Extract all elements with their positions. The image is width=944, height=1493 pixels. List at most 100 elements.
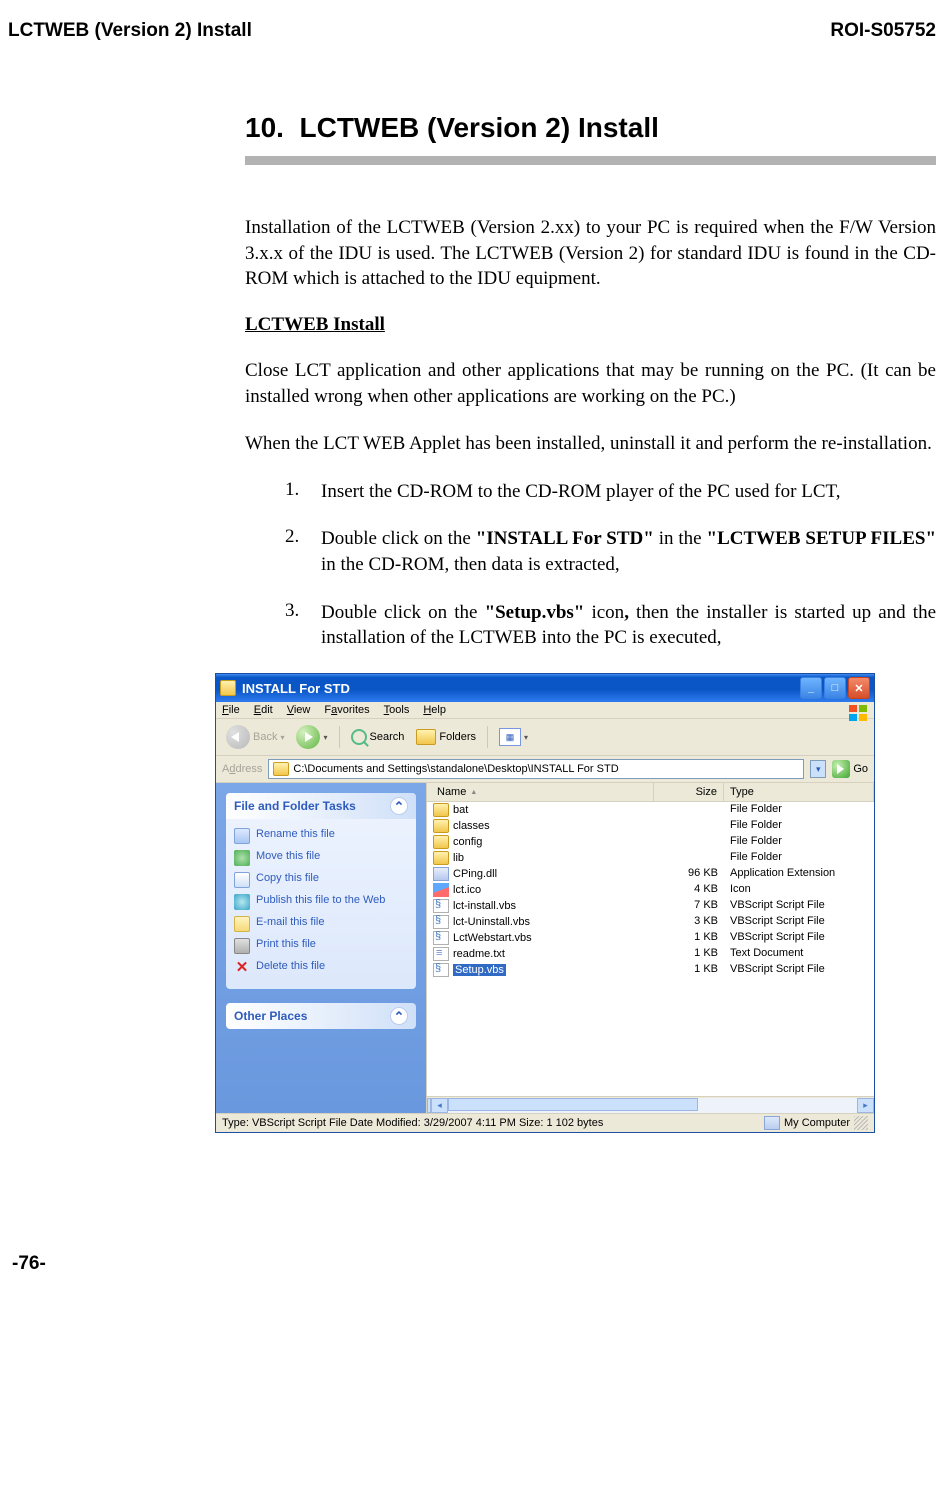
task-link[interactable]: E-mail this file <box>234 913 408 935</box>
vbs-icon <box>433 963 449 977</box>
folders-button[interactable]: Folders <box>412 727 480 747</box>
file-name: bat <box>453 804 468 816</box>
column-size[interactable]: Size <box>654 783 724 801</box>
menu-file[interactable]: File <box>222 704 240 716</box>
folder-icon <box>433 803 449 817</box>
titlebar[interactable]: INSTALL For STD _ □ ✕ <box>216 674 874 702</box>
menu-favorites[interactable]: Favorites <box>324 704 369 716</box>
vbs-icon <box>433 915 449 929</box>
task-label: Move this file <box>256 850 320 863</box>
task-icon <box>234 894 250 910</box>
text: in the <box>654 528 707 549</box>
task-link[interactable]: Rename this file <box>234 825 408 847</box>
file-size <box>654 851 724 865</box>
file-row[interactable]: lct.ico4 KBIcon <box>427 882 874 898</box>
file-type: VBScript Script File <box>724 931 874 945</box>
back-button[interactable]: Back ▾ <box>222 723 288 751</box>
task-link[interactable]: Copy this file <box>234 869 408 891</box>
folders-icon <box>416 729 436 745</box>
list-body: Double click on the "INSTALL For STD" in… <box>321 526 936 577</box>
file-name: Setup.vbs <box>453 964 506 976</box>
file-row[interactable]: libFile Folder <box>427 850 874 866</box>
file-row[interactable]: lct-Uninstall.vbs3 KBVBScript Script Fil… <box>427 914 874 930</box>
views-button[interactable]: ▦▾ <box>495 726 532 748</box>
menu-tools[interactable]: Tools <box>384 704 410 716</box>
list-item-3: 3. Double click on the "Setup.vbs" icon,… <box>285 600 936 651</box>
address-dropdown[interactable]: ▾ <box>810 760 826 778</box>
scroll-right-button[interactable]: ▸ <box>857 1098 874 1113</box>
panel-title: Other Places <box>234 1009 307 1023</box>
close-button[interactable]: ✕ <box>848 677 870 699</box>
list-number: 1. <box>285 479 321 505</box>
file-type: VBScript Script File <box>724 915 874 929</box>
file-type: File Folder <box>724 819 874 833</box>
go-button[interactable]: Go <box>832 760 868 778</box>
task-link[interactable]: Move this file <box>234 847 408 869</box>
file-size: 96 KB <box>654 867 724 881</box>
status-text: Type: VBScript Script File Date Modified… <box>222 1117 603 1129</box>
file-row[interactable]: lct-install.vbs7 KBVBScript Script File <box>427 898 874 914</box>
file-row[interactable]: CPing.dll96 KBApplication Extension <box>427 866 874 882</box>
file-name: LctWebstart.vbs <box>453 932 532 944</box>
collapse-button[interactable]: ⌃ <box>390 1007 408 1025</box>
side-panel: File and Folder Tasks ⌃ Rename this file… <box>216 783 426 1113</box>
page-header: LCTWEB (Version 2) Install ROI-S05752 <box>0 20 944 42</box>
search-button[interactable]: Search <box>347 727 409 747</box>
resize-grip[interactable] <box>854 1116 868 1130</box>
separator <box>487 726 488 748</box>
address-input[interactable]: C:\Documents and Settings\standalone\Des… <box>268 759 804 779</box>
file-row[interactable]: Setup.vbs1 KBVBScript Script File <box>427 962 874 978</box>
file-row[interactable]: bat File Folder <box>427 802 874 818</box>
section-title: 10. LCTWEB (Version 2) Install <box>245 112 936 152</box>
back-icon <box>226 725 250 749</box>
paragraph-close-apps: Close LCT application and other applicat… <box>245 358 936 409</box>
file-type: VBScript Script File <box>724 963 874 977</box>
maximize-button[interactable]: □ <box>824 677 846 699</box>
file-size <box>654 803 724 817</box>
section-rule <box>245 156 936 165</box>
task-label: E-mail this file <box>256 916 324 929</box>
file-row[interactable]: configFile Folder <box>427 834 874 850</box>
windows-flag-icon <box>848 704 868 722</box>
file-name: lct.ico <box>453 884 481 896</box>
vbs-icon <box>433 931 449 945</box>
folder-icon <box>433 819 449 833</box>
file-size <box>654 819 724 833</box>
file-type: Text Document <box>724 947 874 961</box>
menu-view[interactable]: View <box>287 704 311 716</box>
task-link[interactable]: Print this file <box>234 935 408 957</box>
minimize-button[interactable]: _ <box>800 677 822 699</box>
file-name: lct-install.vbs <box>453 900 516 912</box>
menu-edit[interactable]: Edit <box>254 704 273 716</box>
search-icon <box>351 729 367 745</box>
text: Double click on the <box>321 528 476 549</box>
my-computer-icon <box>764 1116 780 1130</box>
section-heading: LCTWEB (Version 2) Install <box>300 112 659 143</box>
file-row[interactable]: classesFile Folder <box>427 818 874 834</box>
ico-icon <box>433 883 449 897</box>
task-icon <box>234 850 250 866</box>
scroll-left-button[interactable]: ◂ <box>431 1098 448 1113</box>
menu-help[interactable]: Help <box>423 704 446 716</box>
file-name: lib <box>453 852 464 864</box>
status-location: My Computer <box>784 1117 850 1129</box>
horizontal-scrollbar[interactable]: ◂ ▸ <box>427 1096 874 1113</box>
task-link[interactable]: Publish this file to the Web <box>234 891 408 913</box>
scroll-thumb[interactable] <box>448 1098 698 1111</box>
file-row[interactable]: LctWebstart.vbs1 KBVBScript Script File <box>427 930 874 946</box>
column-type[interactable]: Type <box>724 783 874 801</box>
file-size: 4 KB <box>654 883 724 897</box>
file-name: CPing.dll <box>453 868 497 880</box>
section-number: 10. <box>245 112 284 143</box>
forward-button[interactable]: ▾ <box>292 723 331 751</box>
column-name[interactable]: Name▲ <box>431 783 654 801</box>
folder-icon <box>433 835 449 849</box>
toolbar: Back ▾ ▾ Search Folders ▦▾ <box>216 719 874 756</box>
separator <box>339 726 340 748</box>
paragraph-reinstall: When the LCT WEB Applet has been install… <box>245 431 936 457</box>
collapse-button[interactable]: ⌃ <box>390 797 408 815</box>
file-type: File Folder <box>724 803 874 817</box>
file-row[interactable]: readme.txt1 KBText Document <box>427 946 874 962</box>
task-link[interactable]: ✕Delete this file <box>234 957 408 979</box>
task-label: Print this file <box>256 938 316 951</box>
